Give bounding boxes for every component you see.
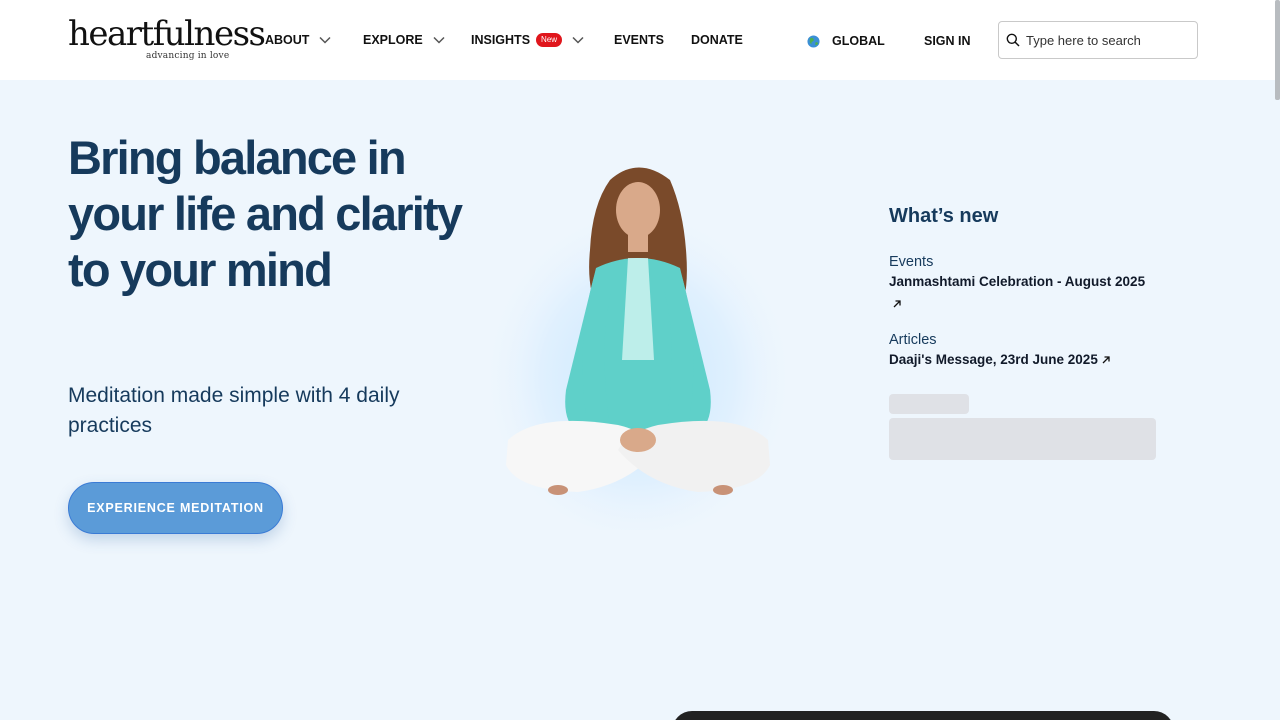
search-input[interactable] [1026, 32, 1186, 48]
whats-new-link-text: Daaji's Message, 23rd June 2025 [889, 352, 1098, 367]
whats-new-category: Events [889, 254, 934, 270]
nav-events-label: EVENTS [614, 33, 665, 47]
external-arrow-icon [1102, 356, 1110, 364]
loading-placeholder [889, 394, 969, 414]
scrollbar-thumb[interactable] [1275, 0, 1280, 100]
whats-new-link[interactable]: Daaji's Message, 23rd June 2025 [889, 349, 1149, 371]
nav-insights[interactable]: INSIGHTS New [471, 32, 584, 48]
chevron-down-icon [319, 36, 331, 44]
loading-placeholder [889, 418, 1156, 460]
bottom-section-card [672, 711, 1174, 720]
logo-tagline: advancing in love [146, 51, 230, 61]
site-header: heartfulness advancing in love ABOUT EXP… [0, 0, 1280, 80]
sign-in-label: SIGN IN [924, 34, 971, 48]
search-icon [1006, 33, 1020, 47]
nav-about-label: ABOUT [265, 33, 310, 47]
search-box[interactable] [998, 21, 1198, 59]
hero-subtitle: Meditation made simple with 4 daily prac… [68, 384, 400, 437]
whats-new-title: What’s new [889, 205, 999, 227]
sign-in-link[interactable]: SIGN IN [924, 33, 971, 49]
chevron-down-icon [433, 36, 445, 44]
nav-donate[interactable]: DONATE [691, 32, 743, 48]
whats-new-link[interactable]: Janmashtami Celebration - August 2025 [889, 271, 1149, 315]
nav-insights-label: INSIGHTS [471, 33, 531, 47]
nav-events[interactable]: EVENTS [614, 32, 664, 48]
region-selector[interactable]: GLOBAL [807, 33, 885, 49]
nav-about[interactable]: ABOUT [265, 32, 331, 48]
nav-donate-label: DONATE [691, 33, 743, 47]
meditating-woman-image [478, 167, 798, 530]
region-label: GLOBAL [832, 34, 885, 48]
logo-wordmark: heartfulness [68, 14, 266, 54]
whats-new-category: Articles [889, 332, 937, 348]
whats-new-link-text: Janmashtami Celebration - August 2025 [889, 274, 1146, 289]
new-badge: New [536, 33, 563, 47]
hero-title: Bring balance in your life and clarity t… [68, 131, 463, 296]
globe-icon [807, 34, 820, 48]
external-arrow-icon [893, 300, 901, 308]
nav-explore-label: EXPLORE [363, 33, 423, 47]
heartfulness-logo[interactable]: heartfulness advancing in love [68, 14, 266, 64]
experience-meditation-button[interactable]: EXPERIENCE MEDITATION [68, 482, 283, 534]
chevron-down-icon [572, 36, 584, 44]
nav-explore[interactable]: EXPLORE [363, 32, 445, 48]
